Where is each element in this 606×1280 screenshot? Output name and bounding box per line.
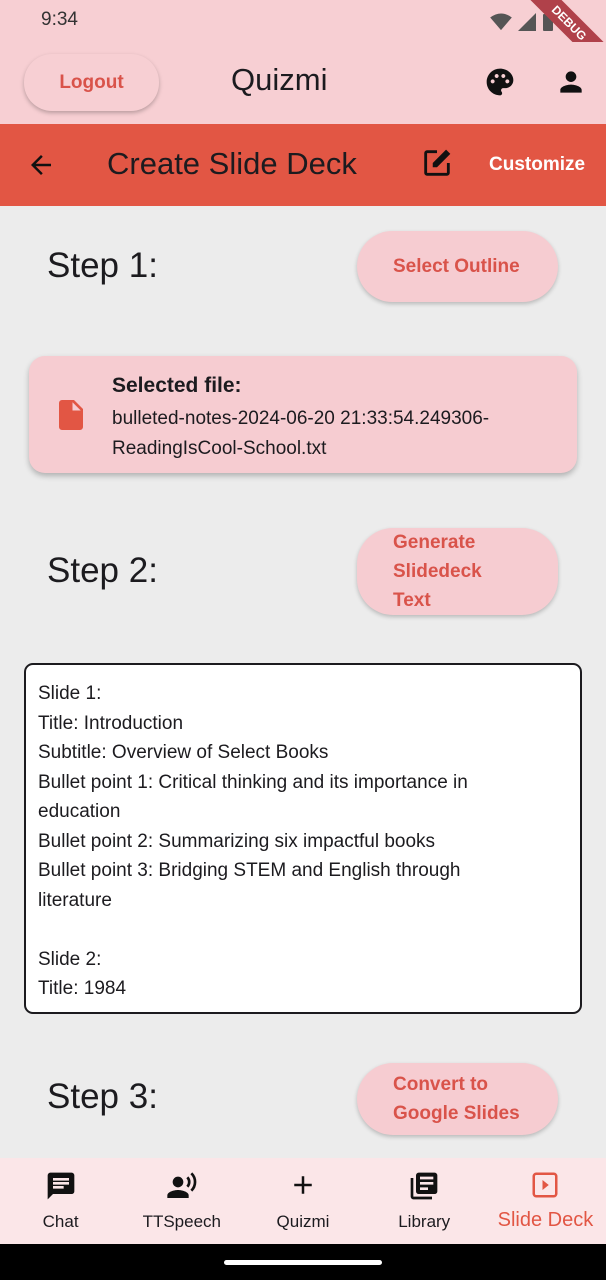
button-line: Generate bbox=[393, 532, 476, 553]
step-2-label: Step 2: bbox=[47, 551, 158, 590]
system-navigation-bar bbox=[0, 1244, 606, 1280]
status-time: 9:34 bbox=[41, 9, 78, 30]
nav-label: Chat bbox=[42, 1212, 79, 1231]
slideshow-icon bbox=[532, 1172, 558, 1198]
nav-label: Library bbox=[398, 1212, 451, 1231]
person-icon[interactable] bbox=[555, 66, 587, 98]
selected-file-name: bulleted-notes-2024-06-20 21:33:54.24930… bbox=[112, 404, 562, 464]
nav-label: TTSpeech bbox=[142, 1212, 222, 1231]
slidedeck-text-area[interactable]: Slide 1: Title: Introduction Subtitle: O… bbox=[24, 663, 582, 1014]
file-name-line: ReadingIsCool-School.txt bbox=[112, 438, 327, 459]
button-line: Text bbox=[393, 590, 431, 611]
nav-item-ttspeech[interactable]: TTSpeech bbox=[121, 1158, 242, 1244]
customize-button[interactable]: Customize bbox=[489, 154, 585, 176]
bottom-navigation: Chat TTSpeech Quizmi Library Slide Deck bbox=[0, 1158, 606, 1244]
text-line: Bullet point 1: Critical thinking and it… bbox=[38, 771, 468, 793]
nav-item-slide-deck[interactable]: Slide Deck bbox=[485, 1158, 606, 1244]
select-outline-button[interactable]: Select Outline bbox=[357, 231, 558, 302]
nav-label: Slide Deck bbox=[497, 1209, 594, 1231]
nav-item-library[interactable]: Library bbox=[364, 1158, 485, 1244]
home-gesture-handle[interactable] bbox=[224, 1260, 382, 1265]
chat-icon bbox=[47, 1172, 74, 1200]
step-3-label: Step 3: bbox=[47, 1077, 158, 1116]
file-icon bbox=[59, 400, 83, 430]
record-voice-icon bbox=[167, 1172, 197, 1198]
selected-file-card: Selected file: bulleted-notes-2024-06-20… bbox=[29, 356, 577, 473]
app-title: Quizmi bbox=[231, 62, 328, 97]
generate-slidedeck-text-button[interactable]: Generate Slidedeck Text bbox=[357, 528, 558, 615]
button-line: Google Slides bbox=[393, 1103, 520, 1124]
library-books-icon bbox=[410, 1172, 438, 1200]
text-line: education bbox=[38, 801, 121, 822]
signal-icon bbox=[518, 13, 536, 31]
selected-file-heading: Selected file: bbox=[112, 374, 242, 397]
text-line: literature bbox=[38, 889, 112, 911]
text-line: Bullet point 3: Bridging STEM and Englis… bbox=[38, 860, 461, 881]
status-bar: 9:34 DEBUG bbox=[0, 0, 606, 84]
nav-item-chat[interactable]: Chat bbox=[0, 1158, 121, 1244]
nav-item-quizmi[interactable]: Quizmi bbox=[242, 1158, 363, 1244]
text-line: Subtitle: Overview of Select Books bbox=[38, 742, 329, 763]
text-line: Slide 1: bbox=[38, 683, 102, 704]
button-line: Convert to bbox=[393, 1074, 488, 1095]
text-line: Bullet point 2: Summarizing six impactfu… bbox=[38, 830, 436, 852]
file-name-line: bulleted-notes-2024-06-20 21:33:54.24930… bbox=[112, 408, 490, 429]
text-line: Title: Introduction bbox=[38, 712, 184, 734]
page-header: Create Slide Deck Customize bbox=[0, 124, 606, 206]
edit-note-icon[interactable] bbox=[420, 146, 454, 180]
text-line: Slide 2: bbox=[38, 948, 102, 970]
system-icons bbox=[490, 12, 554, 32]
logout-button[interactable]: Logout bbox=[24, 54, 159, 111]
app-bar: Logout Quizmi bbox=[0, 42, 606, 124]
convert-to-google-slides-button[interactable]: Convert to Google Slides bbox=[357, 1063, 558, 1135]
text-line: Title: 1984 bbox=[38, 978, 127, 999]
arrow-back-icon[interactable] bbox=[26, 150, 56, 180]
page-title: Create Slide Deck bbox=[107, 146, 357, 181]
wifi-icon bbox=[490, 13, 512, 31]
button-line: Slidedeck bbox=[393, 561, 482, 582]
nav-label: Quizmi bbox=[276, 1212, 330, 1231]
text-line bbox=[38, 915, 568, 945]
add-icon bbox=[294, 1176, 312, 1194]
palette-icon[interactable] bbox=[484, 66, 516, 98]
step-1-label: Step 1: bbox=[47, 246, 158, 285]
